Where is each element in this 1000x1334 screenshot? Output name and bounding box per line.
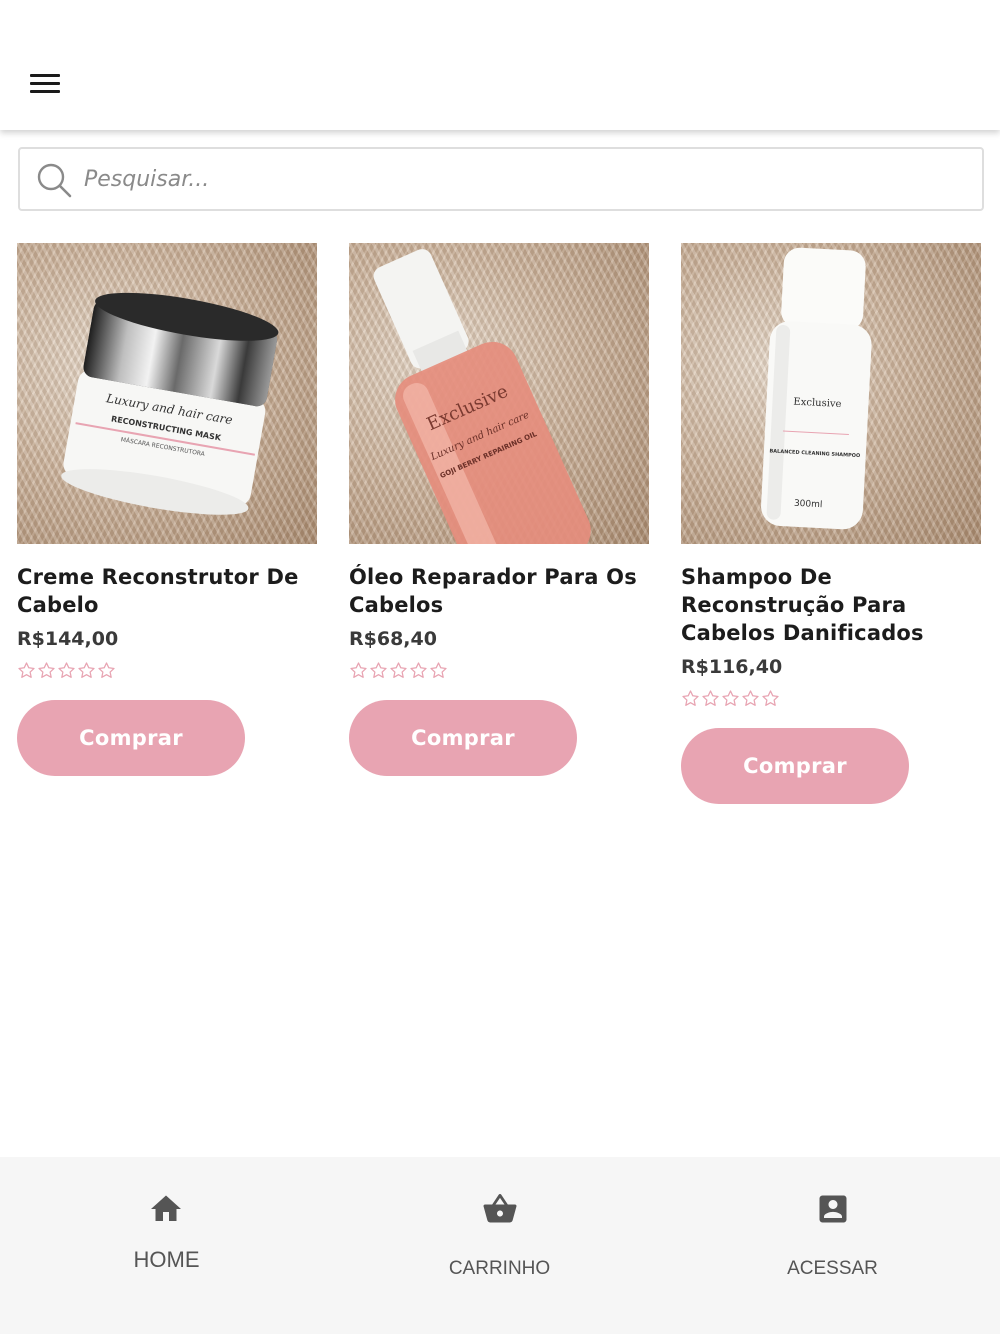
search-input[interactable] <box>84 157 964 201</box>
star-icon <box>722 690 739 706</box>
star-icon <box>682 690 699 706</box>
svg-text:300ml: 300ml <box>794 499 823 510</box>
product-title[interactable]: Shampoo De Reconstrução Para Cabelos Dan… <box>681 563 981 647</box>
star-icon <box>762 690 779 706</box>
star-icon <box>390 662 407 678</box>
nav-cart[interactable]: CARRINHO <box>333 1157 666 1334</box>
basket-icon <box>483 1193 517 1223</box>
star-icon <box>702 690 719 706</box>
nav-label: CARRINHO <box>448 1258 551 1279</box>
product-image[interactable]: Exclusive BALANCED CLEANING SHAMPOO 300m… <box>681 243 981 544</box>
star-icon <box>78 662 95 678</box>
nav-label: HOME <box>133 1247 200 1272</box>
hamburger-menu-icon[interactable] <box>28 72 62 98</box>
buy-button[interactable]: Comprar <box>17 700 245 776</box>
nav-access[interactable]: ACESSAR <box>666 1157 999 1334</box>
star-icon <box>18 662 35 678</box>
star-icon <box>38 662 55 678</box>
account-box-icon <box>819 1195 847 1223</box>
search-icon[interactable] <box>36 162 72 198</box>
star-icon <box>410 662 427 678</box>
product-price: R$116,40 <box>681 656 783 678</box>
star-icon <box>58 662 75 678</box>
star-icon <box>98 662 115 678</box>
product-image[interactable]: Exclusive Luxury and hair care GOJI BERR… <box>349 243 649 544</box>
star-rating <box>349 661 649 681</box>
home-icon <box>151 1195 181 1221</box>
buy-button[interactable]: Comprar <box>681 728 909 804</box>
product-card: Exclusive BALANCED CLEANING SHAMPOO 300m… <box>681 243 981 804</box>
product-card: Exclusive Luxury and hair care GOJI BERR… <box>349 243 649 776</box>
star-icon <box>742 690 759 706</box>
product-title[interactable]: Óleo Reparador Para Os Cabelos <box>349 563 649 619</box>
star-icon <box>430 662 447 678</box>
star-rating <box>17 661 317 681</box>
bottom-navigation: HOME CARRINHO ACESSAR <box>0 1157 1000 1334</box>
product-image[interactable]: Luxury and hair care RECONSTRUCTING MASK… <box>17 243 317 544</box>
buy-button[interactable]: Comprar <box>349 700 577 776</box>
search-bar[interactable] <box>18 147 984 211</box>
product-card: Luxury and hair care RECONSTRUCTING MASK… <box>17 243 317 776</box>
star-icon <box>350 662 367 678</box>
product-price: R$144,00 <box>17 628 119 650</box>
nav-label: ACESSAR <box>787 1258 878 1279</box>
top-app-bar <box>0 0 1000 130</box>
nav-home[interactable]: HOME <box>0 1157 333 1334</box>
product-title[interactable]: Creme Reconstrutor De Cabelo <box>17 563 317 619</box>
product-price: R$68,40 <box>349 628 437 650</box>
star-rating <box>681 689 981 709</box>
star-icon <box>370 662 387 678</box>
